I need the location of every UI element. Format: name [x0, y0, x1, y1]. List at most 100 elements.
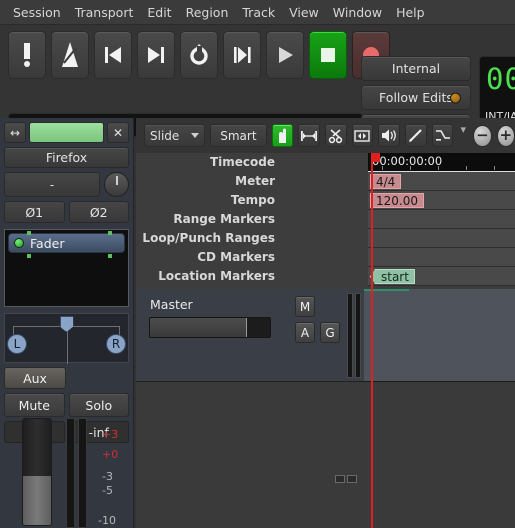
zoom-out-label: −: [476, 126, 489, 144]
meter-tick-plus3: +3: [102, 428, 119, 441]
track-automation-button-master[interactable]: A: [295, 322, 315, 343]
panner-position-knob[interactable]: [59, 316, 74, 332]
transport-bar: Stopped Sprung Internal Follow Edits Aut…: [0, 25, 515, 139]
cut-tool-button[interactable]: [324, 124, 347, 147]
aux-label: Aux: [23, 370, 47, 386]
meter-tick-minus10: -10: [98, 514, 116, 527]
ruler-row-loop-punch[interactable]: Loop/Punch Ranges: [136, 229, 515, 248]
playhead-marker-icon[interactable]: [371, 153, 380, 162]
speaker-icon: [381, 129, 396, 142]
strip-close-button[interactable]: ✕: [107, 122, 129, 143]
strip-header: ↔ ✕: [0, 118, 133, 143]
ruler-row-location-markers[interactable]: Location Markers start: [136, 267, 515, 286]
aux-send-button[interactable]: Aux: [4, 367, 66, 389]
play-range-button[interactable]: [223, 31, 261, 79]
go-to-start-button[interactable]: [94, 31, 132, 79]
clock-time: 00: [486, 62, 515, 96]
track-area-empty-space[interactable]: [136, 475, 515, 528]
solo-label: Solo: [85, 397, 113, 413]
smart-mode-label: Smart: [220, 128, 257, 143]
sync-source-button[interactable]: Internal: [361, 56, 471, 81]
zoom-out-button[interactable]: −: [473, 124, 492, 147]
grab-tool-button[interactable]: [271, 124, 294, 147]
track-canvas-master[interactable]: [364, 289, 515, 382]
track-mute-button-master[interactable]: M: [295, 296, 315, 317]
menu-item-window[interactable]: Window: [326, 2, 389, 23]
track-buttons-row2-master: A G: [295, 322, 340, 343]
follow-edits-label: Follow Edits: [379, 90, 453, 105]
range-tool-button[interactable]: [298, 124, 320, 147]
ruler-label-range-markers: Range Markers: [173, 212, 275, 226]
menu-item-transport[interactable]: Transport: [68, 2, 141, 23]
track-gain-fader-master[interactable]: [149, 317, 271, 338]
track-resize-handles[interactable]: [335, 475, 357, 483]
edit-mode-selector[interactable]: Slide: [144, 124, 206, 147]
stop-button[interactable]: [309, 31, 347, 79]
ruler-label-location-markers: Location Markers: [158, 269, 275, 283]
stretch-tool-button[interactable]: [351, 124, 374, 147]
pencil-icon: [409, 129, 423, 142]
go-to-end-button[interactable]: [137, 31, 175, 79]
strip-width-button[interactable]: ↔: [4, 122, 26, 143]
processor-active-led-icon[interactable]: [14, 238, 24, 248]
sync-source-label: Internal: [391, 61, 441, 76]
ruler-label-loop-punch: Loop/Punch Ranges: [142, 231, 275, 245]
track-header-master[interactable]: Master M A G: [136, 289, 364, 382]
metronome-button[interactable]: [51, 31, 89, 79]
playhead-line[interactable]: [371, 153, 373, 528]
play-icon: [279, 47, 293, 63]
menu-item-help[interactable]: Help: [389, 2, 432, 23]
meter-scale: +3 +0 -3 -5 -10: [94, 418, 134, 528]
ruler-label-meter: Meter: [235, 174, 275, 188]
zoom-in-button[interactable]: +: [496, 124, 515, 147]
menu-item-session[interactable]: Session: [6, 2, 68, 23]
play-range-icon: [234, 47, 251, 63]
menu-item-edit[interactable]: Edit: [140, 2, 178, 23]
ruler-track-cd-markers[interactable]: [368, 248, 515, 267]
fader-upper-region: [23, 419, 51, 478]
automation-icon: [435, 130, 450, 141]
meter-tick-minus5: -5: [102, 484, 113, 497]
panner-left-handle[interactable]: L: [7, 334, 27, 354]
track-gain-fill: [150, 318, 247, 337]
draw-tool-button[interactable]: [404, 124, 427, 147]
toolbar-overflow-chevron-icon[interactable]: ▾: [458, 123, 468, 136]
ruler-area: Timecode 00:00:00:00 Meter 4/4 Tempo 120…: [136, 153, 515, 289]
ruler-row-tempo[interactable]: Tempo 120.00: [136, 191, 515, 210]
loop-icon: [190, 44, 208, 65]
menu-item-track[interactable]: Track: [235, 2, 282, 23]
track-row-master[interactable]: Master M A G: [136, 289, 515, 382]
level-meter-left: [66, 418, 75, 528]
audition-tool-button[interactable]: [378, 124, 400, 147]
ruler-track-range-markers[interactable]: [368, 210, 515, 229]
location-marker-start[interactable]: start: [370, 269, 415, 284]
track-group-button-master[interactable]: G: [320, 322, 340, 343]
menu-item-view[interactable]: View: [282, 2, 326, 23]
tempo-marker[interactable]: 120.00: [370, 193, 424, 208]
fader-and-meter-area: +3 +0 -3 -5 -10: [4, 414, 130, 528]
edit-content-tool-button[interactable]: [431, 124, 454, 147]
width-icon: ↔: [9, 125, 21, 140]
gain-fader[interactable]: [22, 418, 52, 526]
menu-item-region[interactable]: Region: [179, 2, 236, 23]
play-button[interactable]: [266, 31, 304, 79]
midi-panic-button[interactable]: [8, 31, 46, 79]
edit-mode-label: Slide: [150, 128, 180, 143]
ruler-row-cd-markers[interactable]: CD Markers: [136, 248, 515, 267]
hand-icon: [279, 128, 287, 143]
track-name-master[interactable]: Master: [150, 297, 193, 312]
ruler-track-loop-punch[interactable]: [368, 229, 515, 248]
track-buttons-master: M A G: [295, 296, 340, 348]
smart-mode-button[interactable]: Smart: [210, 124, 267, 147]
strip-color-bar[interactable]: [29, 122, 104, 143]
ruler-row-meter[interactable]: Meter 4/4: [136, 172, 515, 191]
loop-button[interactable]: [180, 31, 218, 79]
follow-edits-button[interactable]: Follow Edits: [361, 85, 471, 110]
chevron-down-icon: [191, 133, 200, 138]
transport-buttons: [8, 31, 390, 79]
ruler-label-timecode: Timecode: [209, 155, 275, 169]
panner[interactable]: L R: [4, 313, 129, 364]
meter-marker[interactable]: 4/4: [370, 174, 402, 189]
panner-right-handle[interactable]: R: [106, 334, 126, 354]
ruler-row-range-markers[interactable]: Range Markers: [136, 210, 515, 229]
